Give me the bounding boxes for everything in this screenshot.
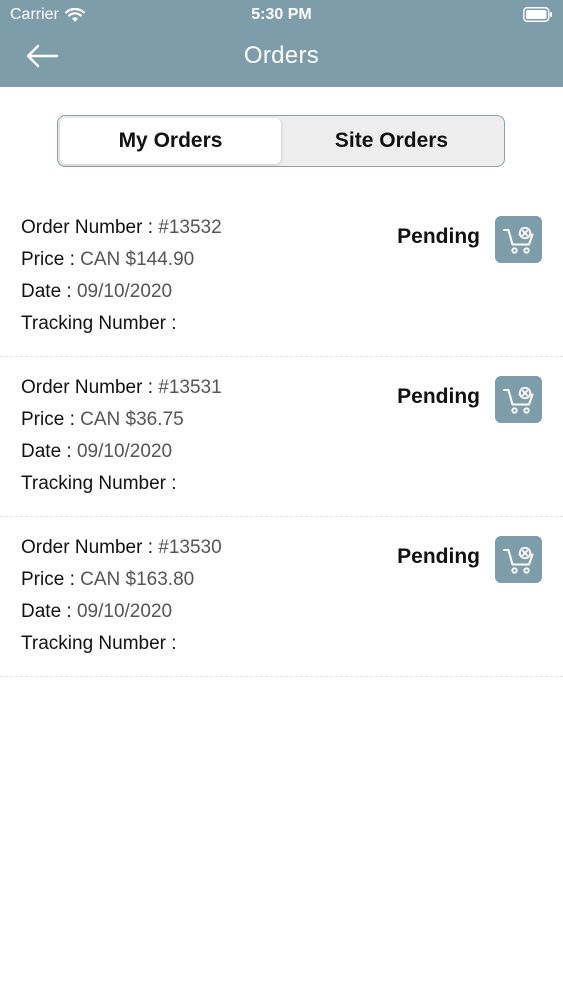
cart-cancel-icon	[502, 386, 533, 414]
date-row: Date : 09/10/2020	[21, 279, 222, 311]
price-label: Price :	[21, 249, 81, 270]
date-row: Date : 09/10/2020	[21, 599, 222, 631]
orders-list: Order Number : #13532 Price : CAN $144.9…	[0, 197, 563, 677]
order-status: Pending	[397, 225, 480, 248]
tracking-row: Tracking Number :	[21, 631, 222, 663]
order-item[interactable]: Order Number : #13532 Price : CAN $144.9…	[0, 197, 563, 357]
orders-segmented-control: My Orders Site Orders	[57, 115, 505, 167]
order-status: Pending	[397, 385, 480, 408]
order-number-label: Order Number :	[21, 377, 159, 398]
order-status: Pending	[397, 545, 480, 568]
price-row: Price : CAN $163.80	[21, 567, 222, 599]
date-value: 09/10/2020	[76, 601, 173, 622]
order-details: Order Number : #13530 Price : CAN $163.8…	[21, 535, 222, 663]
date-row: Date : 09/10/2020	[21, 439, 222, 471]
battery-icon	[523, 7, 552, 22]
page-title: Orders	[243, 42, 320, 69]
price-label: Price :	[21, 569, 81, 590]
cancel-order-button[interactable]	[495, 536, 542, 583]
order-item[interactable]: Order Number : #13530 Price : CAN $163.8…	[0, 517, 563, 677]
cart-cancel-icon	[502, 226, 533, 254]
tracking-row: Tracking Number :	[21, 471, 222, 503]
tab-site-orders[interactable]: Site Orders	[281, 118, 502, 164]
cart-cancel-icon	[502, 546, 533, 574]
status-bar: Carrier 5:30 PM	[0, 0, 563, 30]
cancel-order-button[interactable]	[495, 216, 542, 263]
order-details: Order Number : #13531 Price : CAN $36.75…	[21, 375, 222, 503]
price-value: CAN $163.80	[80, 569, 195, 590]
price-row: Price : CAN $36.75	[21, 407, 222, 439]
order-number-value: #13530	[158, 537, 222, 558]
tracking-label: Tracking Number :	[21, 633, 177, 654]
order-number-row: Order Number : #13532	[21, 215, 222, 247]
order-item[interactable]: Order Number : #13531 Price : CAN $36.75…	[0, 357, 563, 517]
nav-bar: Orders	[0, 30, 563, 87]
order-number-row: Order Number : #13531	[21, 375, 222, 407]
date-value: 09/10/2020	[76, 441, 173, 462]
status-time: 5:30 PM	[251, 6, 312, 23]
tracking-row: Tracking Number :	[21, 311, 222, 343]
date-value: 09/10/2020	[76, 281, 173, 302]
order-number-label: Order Number :	[21, 537, 159, 558]
date-label: Date :	[21, 281, 77, 302]
order-number-value: #13532	[158, 217, 222, 238]
date-label: Date :	[21, 601, 77, 622]
order-details: Order Number : #13532 Price : CAN $144.9…	[21, 215, 222, 343]
price-label: Price :	[21, 409, 81, 430]
order-number-value: #13531	[158, 377, 222, 398]
cancel-order-button[interactable]	[495, 376, 542, 423]
order-number-row: Order Number : #13530	[21, 535, 222, 567]
top-bar: Carrier 5:30 PM Orders	[0, 0, 563, 87]
price-value: CAN $144.90	[80, 249, 195, 270]
order-number-label: Order Number :	[21, 217, 159, 238]
tracking-label: Tracking Number :	[21, 313, 177, 334]
tracking-label: Tracking Number :	[21, 473, 177, 494]
tab-my-orders[interactable]: My Orders	[60, 118, 281, 164]
price-row: Price : CAN $144.90	[21, 247, 222, 279]
date-label: Date :	[21, 441, 77, 462]
price-value: CAN $36.75	[80, 409, 184, 430]
